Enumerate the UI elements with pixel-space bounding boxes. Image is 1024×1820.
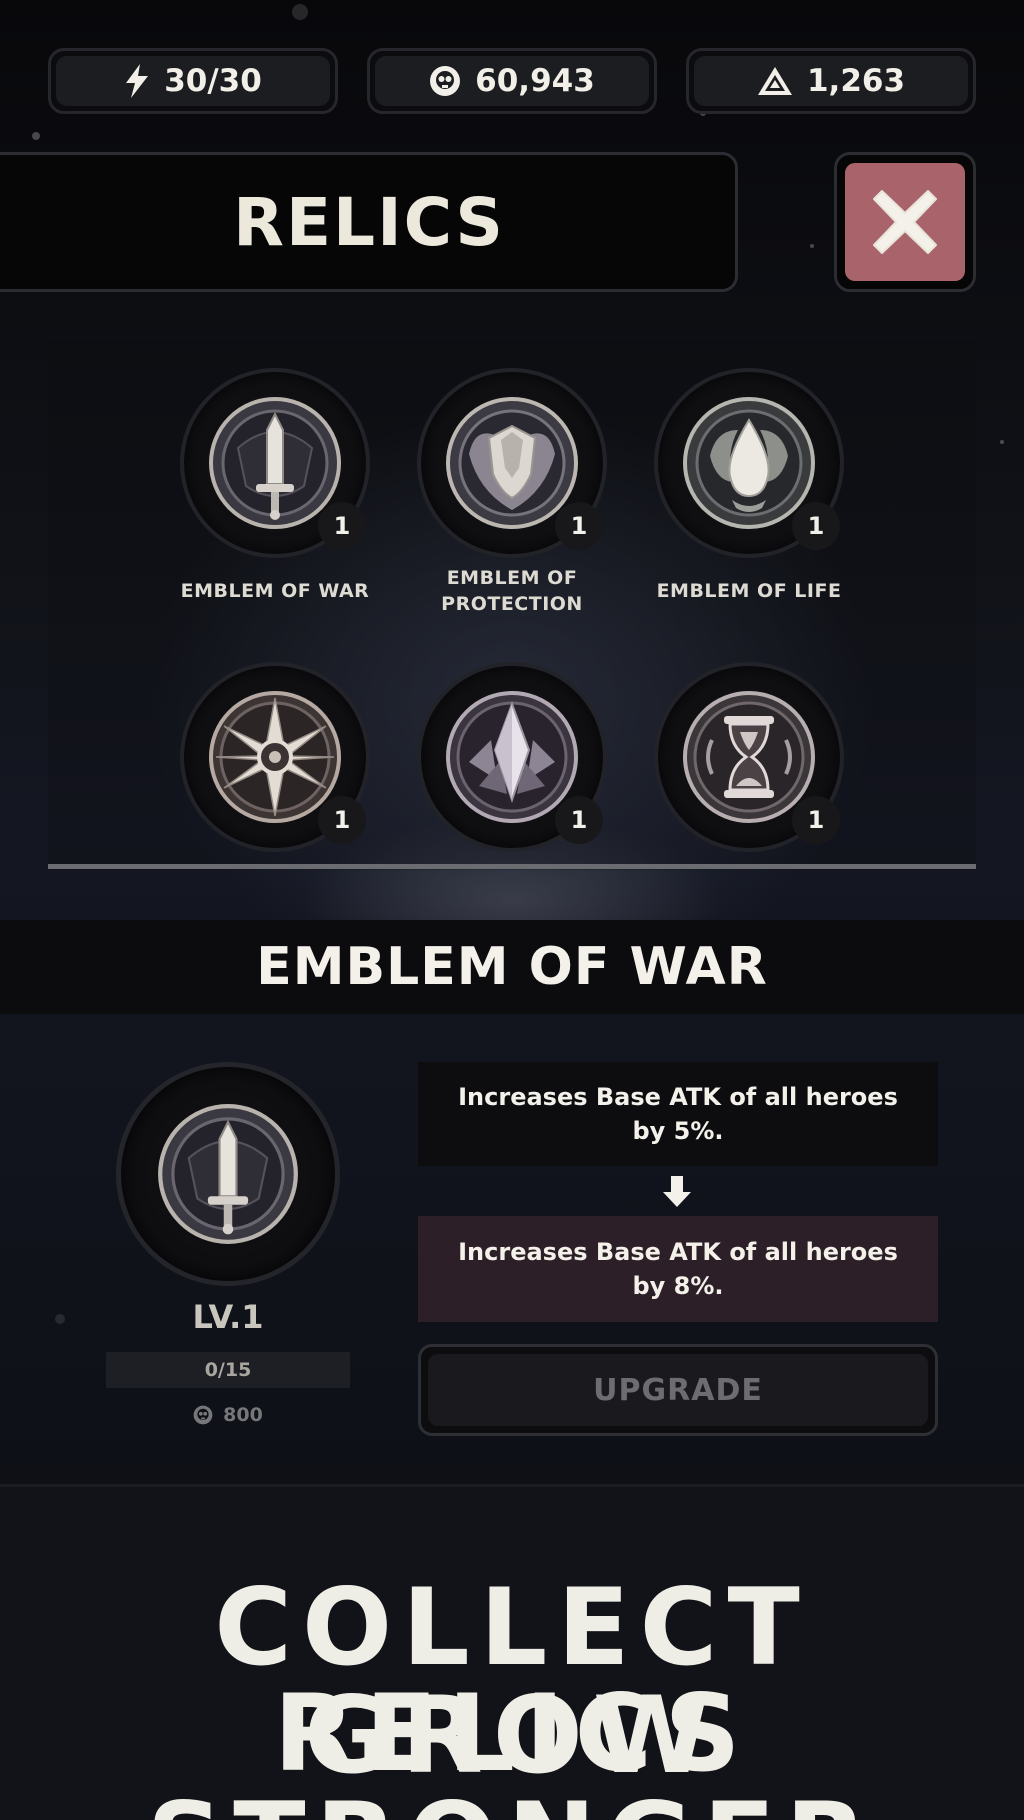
relic-count-badge: 1: [318, 796, 366, 844]
upgrade-button-label: UPGRADE: [593, 1372, 763, 1408]
droplet-emblem-icon: [683, 397, 815, 529]
particle: [55, 1314, 65, 1324]
relic-count-badge: 1: [792, 502, 840, 550]
relic-count-badge: 1: [555, 502, 603, 550]
energy-value: 30/30: [164, 63, 262, 99]
sword-emblem-icon: [158, 1104, 298, 1244]
upgrade-button-frame: UPGRADE: [418, 1344, 938, 1436]
selected-relic-frame: [116, 1062, 340, 1286]
relic-name-protection: EMBLEM OF PROTECTION: [392, 565, 632, 617]
relic-count-badge: 1: [318, 502, 366, 550]
star-emblem-icon: [209, 691, 341, 823]
coin-value: 60,943: [475, 63, 595, 99]
relic-level: LV.1: [192, 1298, 264, 1336]
cost-value: 800: [223, 1404, 263, 1426]
crystal-value: 1,263: [806, 63, 906, 99]
particle: [32, 132, 40, 140]
skull-coin-icon: [430, 66, 461, 96]
shield-emblem-icon: [446, 397, 578, 529]
particle: [292, 4, 308, 20]
relic-name-line: EMBLEM OF: [446, 567, 578, 589]
upgrade-cost: 800: [106, 1404, 350, 1426]
upgrade-progress-bar: 0/15: [106, 1352, 350, 1388]
relic-slot-war[interactable]: 1: [180, 368, 370, 558]
coin-counter: 60,943: [367, 48, 657, 114]
hourglass-emblem-icon: [683, 691, 815, 823]
sword-emblem-icon: [209, 397, 341, 529]
next-effect-box: Increases Base ATK of all heroes by 8%.: [418, 1216, 938, 1322]
detail-title: EMBLEM OF WAR: [256, 937, 768, 997]
arrow-down-icon: [663, 1176, 691, 1207]
relic-count-badge: 1: [555, 796, 603, 844]
particle: [810, 244, 814, 248]
relic-slot-crystal[interactable]: 1: [417, 662, 607, 852]
current-effect-box: Increases Base ATK of all heroes by 5%.: [418, 1062, 938, 1166]
tagline-line-2: GROW STRONGER: [147, 1674, 867, 1820]
crystal-counter: 1,263: [686, 48, 976, 114]
relic-name-war: EMBLEM OF WAR: [180, 580, 370, 602]
next-effect-text: Increases Base ATK of all heroes by 8%.: [458, 1238, 898, 1300]
relic-slot-star[interactable]: 1: [180, 662, 370, 852]
relic-count-badge: 1: [792, 796, 840, 844]
grid-divider: [48, 864, 976, 869]
upgrade-button[interactable]: UPGRADE: [428, 1354, 928, 1426]
skull-coin-icon: [193, 1405, 213, 1425]
relic-name-line: PROTECTION: [441, 593, 583, 615]
page-title: RELICS: [233, 183, 505, 261]
current-effect-text: Increases Base ATK of all heroes by 5%.: [458, 1083, 898, 1145]
crystal-triangle-icon: [757, 67, 792, 95]
crystal-emblem-icon: [446, 691, 578, 823]
relic-slot-life[interactable]: 1: [654, 368, 844, 558]
particle: [1000, 440, 1004, 444]
detail-title-band: EMBLEM OF WAR: [0, 920, 1024, 1014]
relic-slot-protection[interactable]: 1: [417, 368, 607, 558]
lightning-icon: [126, 64, 149, 98]
close-icon: [873, 190, 937, 254]
relic-name-life: EMBLEM OF LIFE: [656, 580, 842, 602]
close-button-frame: [834, 152, 976, 292]
progress-text: 0/15: [204, 1359, 252, 1381]
close-button[interactable]: [845, 163, 965, 281]
page-title-panel: RELICS: [0, 152, 738, 292]
relic-slot-hourglass[interactable]: 1: [654, 662, 844, 852]
energy-counter: 30/30: [48, 48, 338, 114]
